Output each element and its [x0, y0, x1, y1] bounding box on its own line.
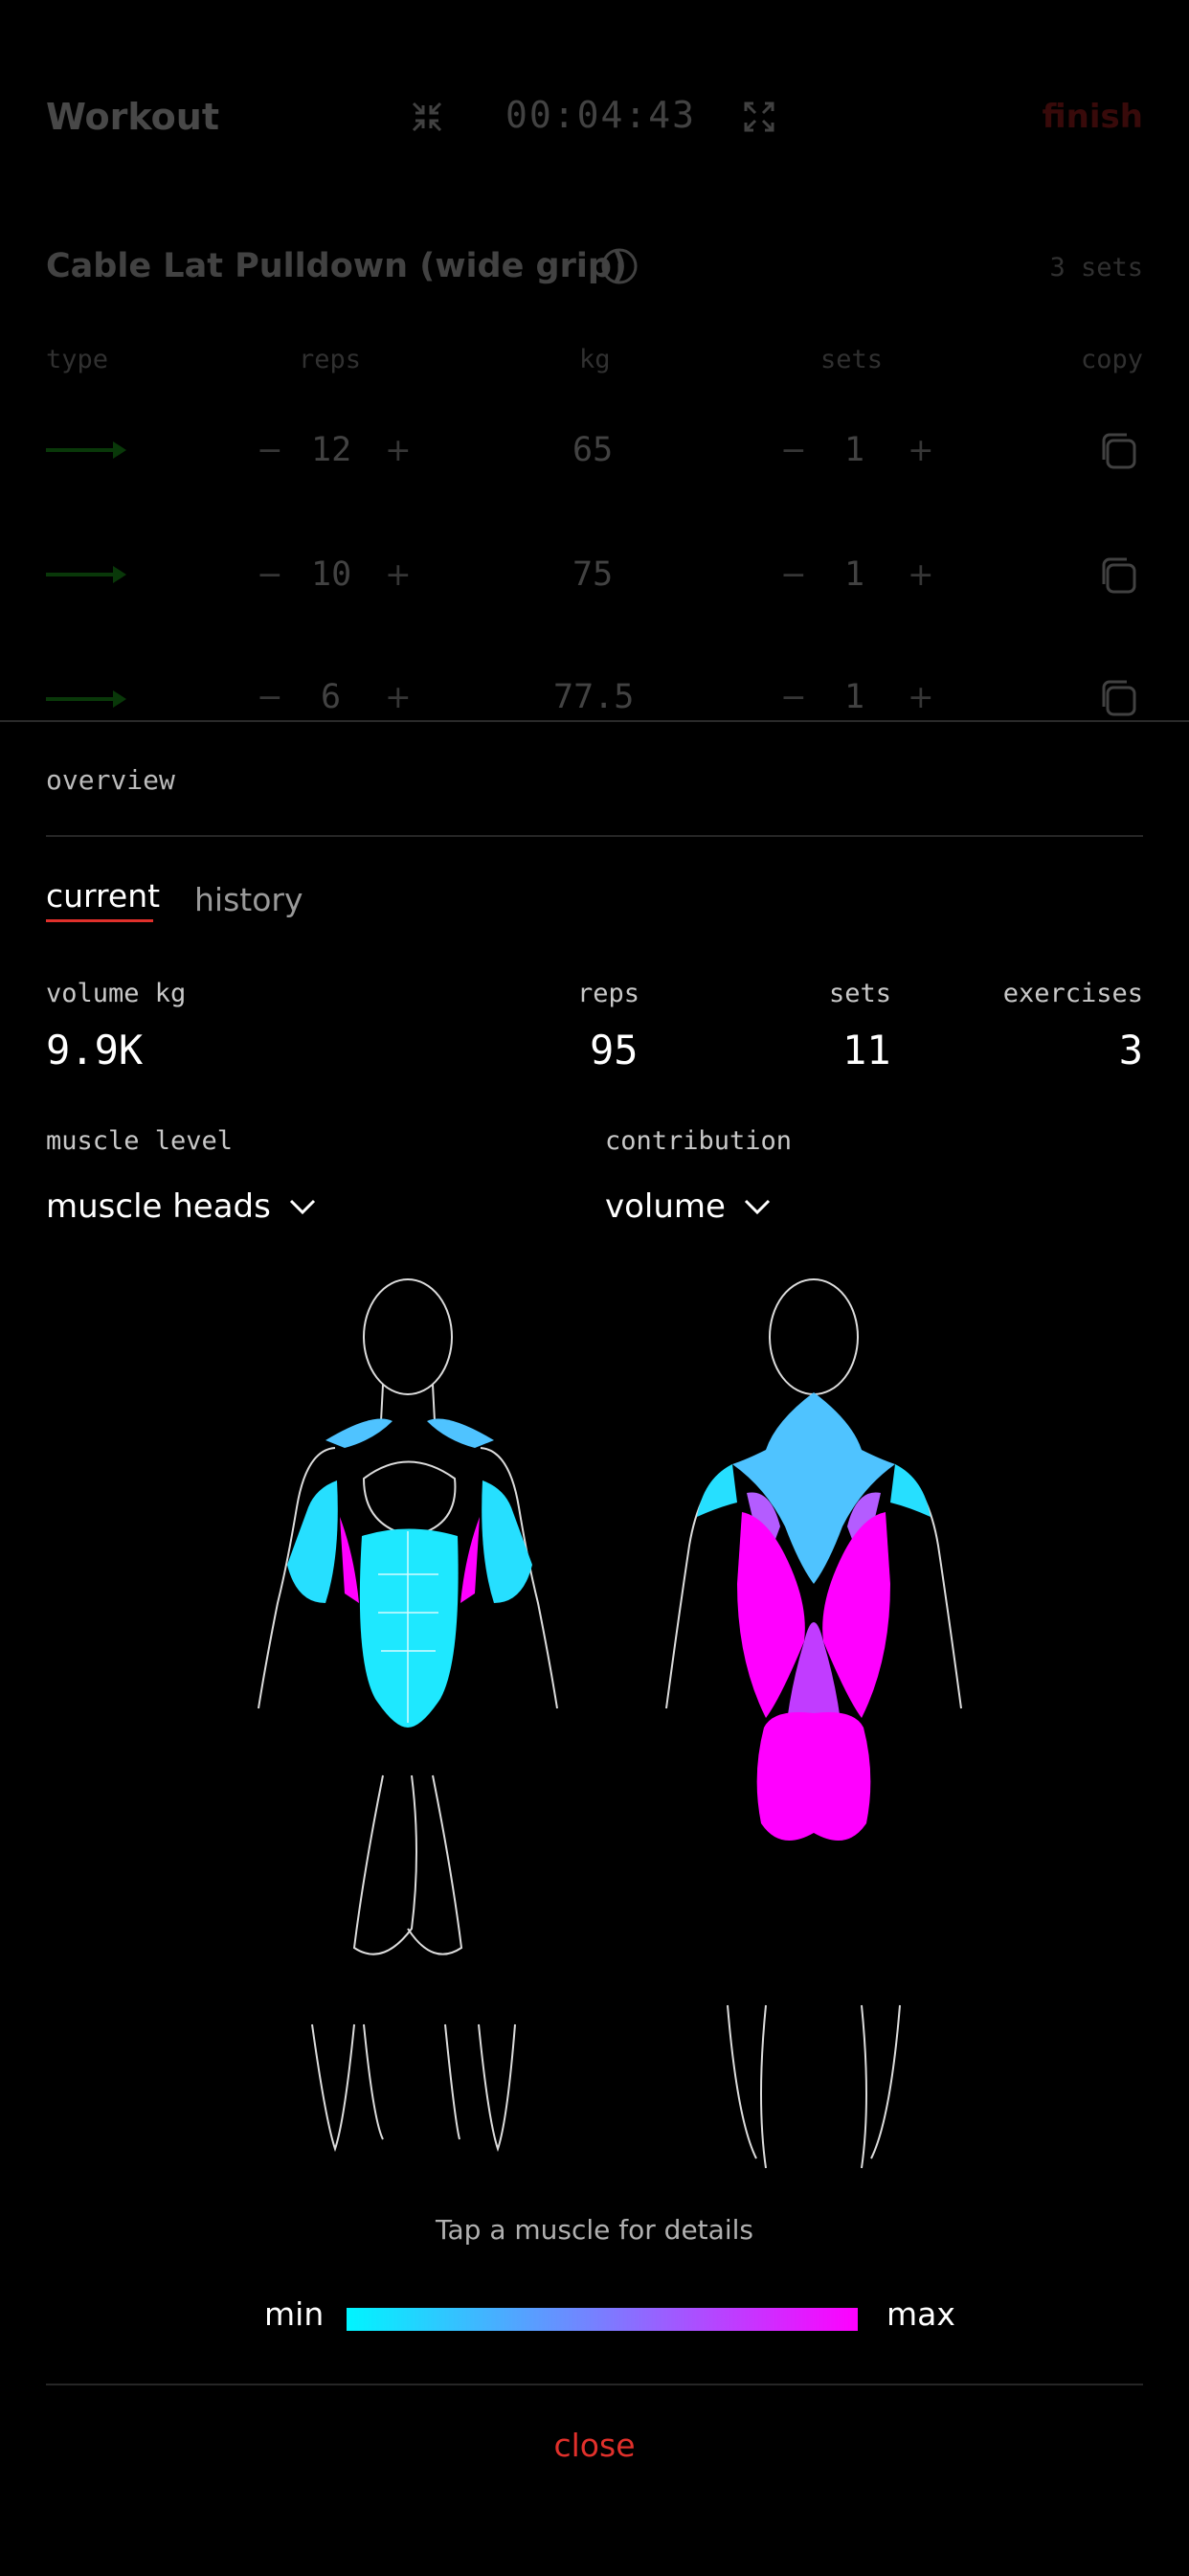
- reps-minus-button[interactable]: −: [257, 431, 283, 468]
- sets-plus-button[interactable]: +: [908, 555, 934, 593]
- abdominals[interactable]: [359, 1528, 459, 1729]
- set-type-arrow-icon[interactable]: [46, 441, 126, 459]
- overview-sheet: overview current history volume kg reps …: [0, 720, 1189, 2576]
- legend-max-label: max: [886, 2295, 955, 2333]
- sets-count: 3 sets: [1049, 253, 1143, 282]
- reps-plus-button[interactable]: +: [385, 678, 412, 715]
- table-row: − 12 + 65 − 1 +: [0, 423, 1189, 481]
- exercises-value: 3: [1118, 1027, 1143, 1073]
- legend-gradient-bar: [347, 2308, 858, 2331]
- lat-right-front[interactable]: [460, 1517, 480, 1603]
- legs-back-outline: [727, 2004, 901, 2169]
- tab-current[interactable]: current: [46, 877, 160, 915]
- workout-title: Workout: [46, 96, 219, 138]
- sets-value: 11: [842, 1027, 891, 1073]
- rear-delt-right[interactable]: [890, 1464, 931, 1517]
- lat-left-front[interactable]: [340, 1517, 359, 1603]
- reps-plus-button[interactable]: +: [385, 431, 412, 468]
- workout-timer: 00:04:43: [505, 94, 697, 136]
- reps-plus-button[interactable]: +: [385, 555, 412, 593]
- exercise-title: Cable Lat Pulldown (wide grip): [46, 247, 627, 285]
- head-back: [769, 1278, 859, 1395]
- column-copy: copy: [1080, 345, 1143, 374]
- contribution-label: contribution: [605, 1126, 793, 1156]
- muscle-level-label: muscle level: [46, 1126, 234, 1156]
- close-button[interactable]: close: [0, 2427, 1189, 2464]
- sets-label: sets: [829, 979, 892, 1008]
- expand-icon[interactable]: [742, 100, 776, 134]
- overview-title: overview: [46, 764, 175, 796]
- reps-value[interactable]: 6: [321, 678, 341, 716]
- muscle-level-value: muscle heads: [46, 1187, 271, 1226]
- contribution-value: volume: [605, 1187, 726, 1226]
- copy-icon[interactable]: [1098, 555, 1140, 598]
- sets-minus-button[interactable]: −: [780, 555, 807, 593]
- chevron-down-icon: [744, 1199, 771, 1215]
- rear-delt-left[interactable]: [697, 1464, 737, 1517]
- divider: [46, 2384, 1143, 2385]
- legend-min-label: min: [264, 2295, 325, 2333]
- deltoid-left-front[interactable]: [287, 1480, 338, 1603]
- column-reps: reps: [299, 345, 362, 374]
- reps-value: 95: [590, 1027, 639, 1073]
- column-type: type: [46, 345, 109, 374]
- kg-value[interactable]: 65: [572, 431, 613, 469]
- glute-right[interactable]: [814, 1712, 871, 1841]
- set-type-arrow-icon[interactable]: [46, 566, 126, 583]
- calf-outline: [311, 2023, 516, 2153]
- sets-plus-button[interactable]: +: [908, 678, 934, 715]
- neck-front: [380, 1384, 436, 1422]
- volume-value: 9.9K: [46, 1027, 144, 1073]
- collapse-icon[interactable]: [410, 100, 444, 134]
- sets-minus-button[interactable]: −: [780, 678, 807, 715]
- divider: [46, 835, 1143, 837]
- info-icon[interactable]: [600, 247, 639, 285]
- set-type-arrow-icon[interactable]: [46, 690, 126, 708]
- sets-minus-button[interactable]: −: [780, 431, 807, 468]
- contribution-dropdown[interactable]: volume: [605, 1187, 772, 1226]
- copy-icon[interactable]: [1098, 431, 1140, 473]
- finish-button[interactable]: finish: [1042, 98, 1143, 136]
- trap-left-front[interactable]: [325, 1418, 393, 1449]
- head-front: [363, 1278, 453, 1395]
- workout-background: Workout 00:04:43 finish Cable Lat Pulldo…: [0, 0, 1189, 720]
- reps-minus-button[interactable]: −: [257, 555, 283, 593]
- tap-hint: Tap a muscle for details: [436, 2214, 753, 2246]
- sets-value[interactable]: 1: [844, 431, 864, 469]
- reps-value[interactable]: 12: [311, 431, 351, 469]
- chevron-down-icon: [289, 1199, 315, 1215]
- reps-minus-button[interactable]: −: [257, 678, 283, 715]
- tab-history[interactable]: history: [194, 881, 303, 918]
- column-sets: sets: [820, 345, 884, 374]
- kg-value[interactable]: 75: [572, 555, 613, 594]
- table-row: − 6 + 77.5 − 1 +: [0, 670, 1189, 720]
- body-map-front[interactable]: [220, 1277, 603, 2168]
- reps-label: reps: [577, 979, 640, 1008]
- reps-value[interactable]: 10: [311, 555, 351, 594]
- exercises-label: exercises: [1002, 979, 1143, 1008]
- tab-current-underline: [46, 919, 153, 922]
- thigh-outline: [352, 1774, 463, 1955]
- kg-value[interactable]: 77.5: [553, 678, 634, 716]
- body-map-back[interactable]: [622, 1277, 1005, 2187]
- volume-label: volume kg: [46, 979, 187, 1008]
- copy-icon[interactable]: [1098, 678, 1140, 720]
- trap-right-front[interactable]: [427, 1418, 494, 1449]
- column-kg: kg: [579, 345, 611, 374]
- sets-value[interactable]: 1: [844, 555, 864, 594]
- sets-value[interactable]: 1: [844, 678, 864, 716]
- glute-left[interactable]: [756, 1712, 814, 1841]
- chest-outline: [362, 1460, 457, 1538]
- sets-plus-button[interactable]: +: [908, 431, 934, 468]
- muscle-level-dropdown[interactable]: muscle heads: [46, 1187, 317, 1226]
- table-row: − 10 + 75 − 1 +: [0, 546, 1189, 603]
